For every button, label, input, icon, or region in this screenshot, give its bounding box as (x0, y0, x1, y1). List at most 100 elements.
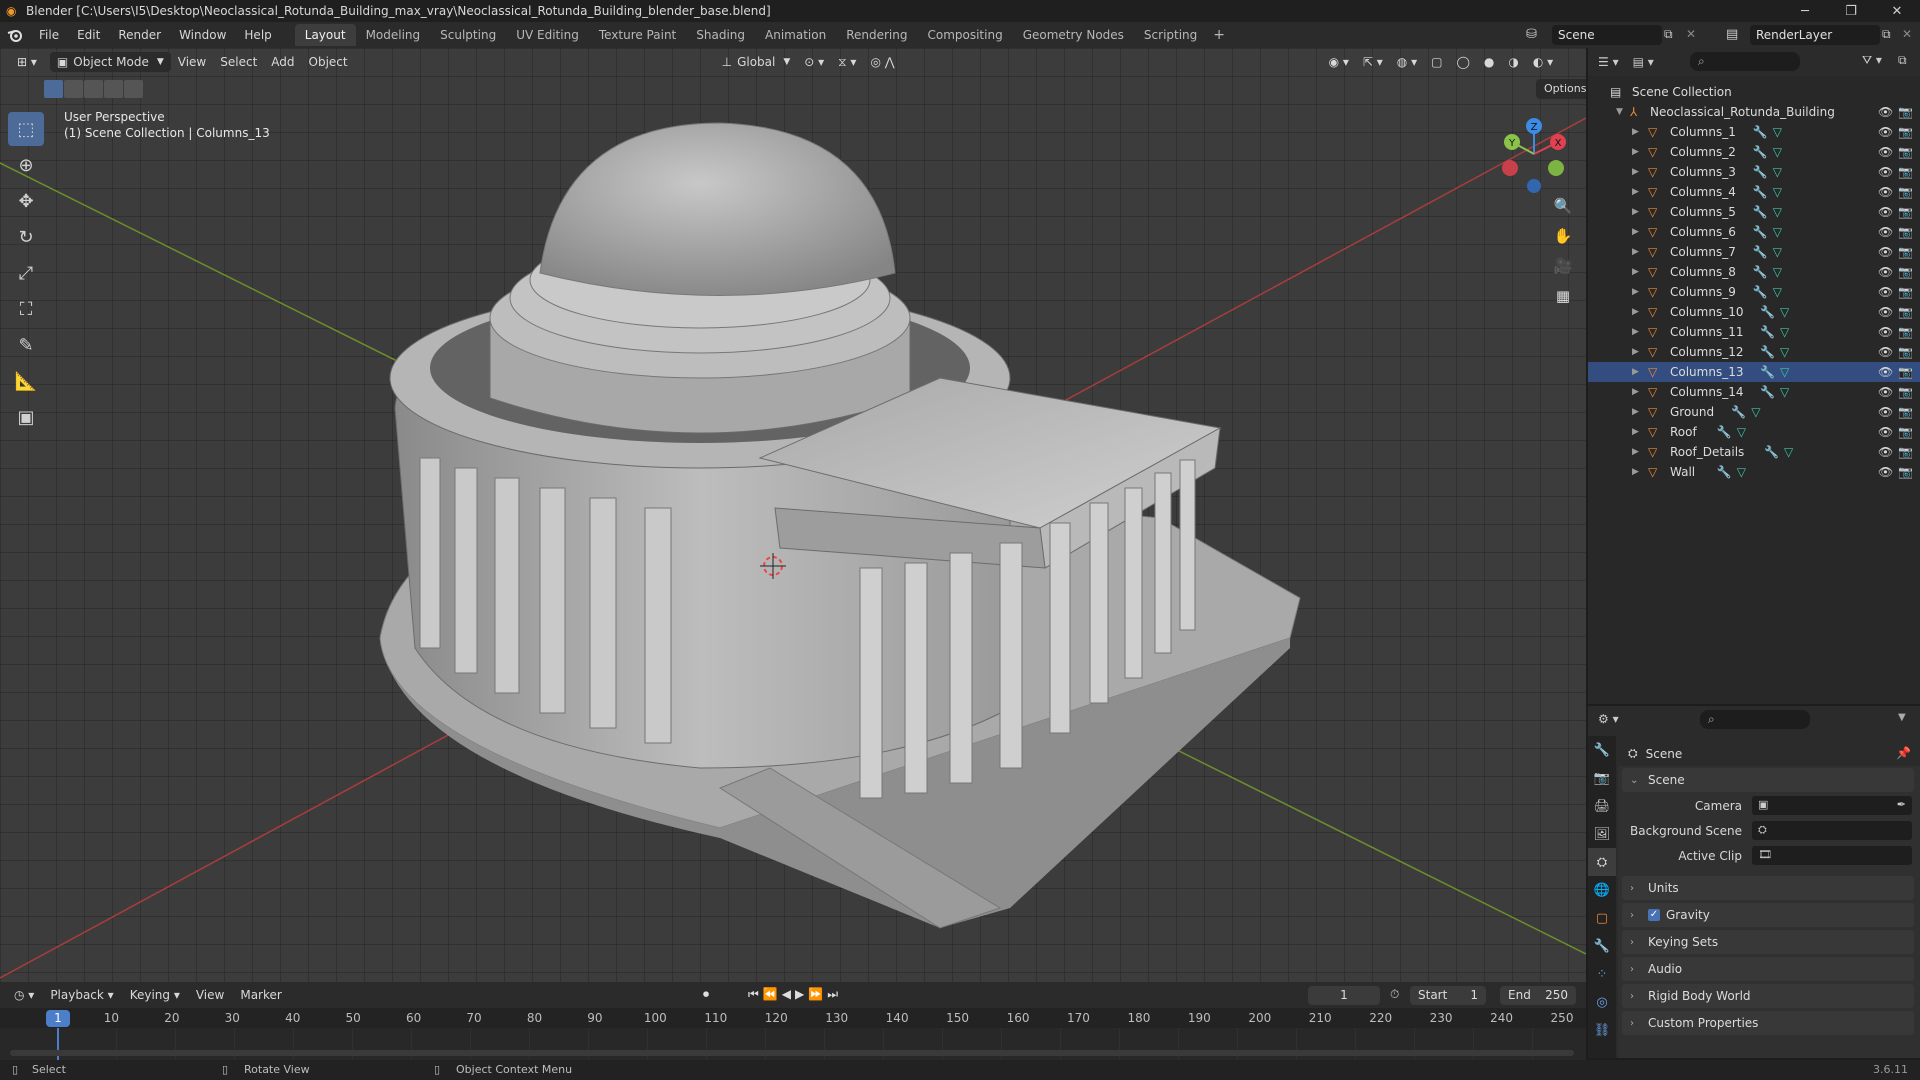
jump-start-icon[interactable]: ⏮ (748, 987, 763, 1001)
render-camera-icon[interactable]: 📷 (1898, 325, 1913, 339)
menu-add[interactable]: Add (264, 52, 301, 72)
eye-icon[interactable]: 👁 (1878, 345, 1893, 359)
eye-icon[interactable]: 👁 (1878, 245, 1893, 259)
modifier-wrench-icon[interactable]: 🔧 (1753, 225, 1768, 239)
tab-scripting[interactable]: Scripting (1134, 24, 1207, 46)
outliner-item-object[interactable]: ▶ ▽ Columns_9 🔧 ▽ 👁 📷 (1588, 282, 1920, 302)
render-camera-icon[interactable]: 📷 (1898, 305, 1913, 319)
visibility-icon[interactable]: ◉ ▾ (1322, 52, 1356, 72)
annotate-tool-icon[interactable]: ✎ (8, 328, 44, 362)
expand-arrow-icon[interactable]: ▶ (1632, 407, 1639, 417)
tab-layout[interactable]: Layout (294, 24, 356, 46)
outliner-item-collection[interactable]: ▼ ⅄ Neoclassical_Rotunda_Building 👁 📷 (1588, 102, 1920, 122)
modifier-wrench-icon[interactable]: 🔧 (1753, 285, 1768, 299)
next-keyframe-icon[interactable]: ⏩ (808, 987, 827, 1001)
delete-view-layer-icon[interactable]: ✕ (1902, 27, 1912, 41)
menu-playback[interactable]: Playback ▾ (42, 988, 121, 1002)
outliner-item-object[interactable]: ▶ ▽ Columns_11 🔧 ▽ 👁 📷 (1588, 322, 1920, 342)
timeline-scrollbar[interactable] (10, 1050, 1574, 1056)
menu-window[interactable]: Window (170, 22, 235, 48)
render-tab-icon[interactable]: 📷 (1588, 764, 1616, 792)
expand-arrow-icon[interactable]: ▶ (1632, 387, 1639, 397)
menu-timeline-view[interactable]: View (188, 988, 232, 1002)
expand-arrow-icon[interactable]: ▶ (1632, 247, 1639, 257)
outliner-editor-icon[interactable]: ☰ ▾ (1598, 55, 1619, 69)
eye-icon[interactable]: 👁 (1878, 205, 1893, 219)
select-invert-icon[interactable] (104, 80, 123, 98)
timeline-ruler[interactable]: 10 20 30 40 50 60 70 80 90 100 110 120 130 140 150 160 1… (0, 1008, 1586, 1028)
end-frame-field[interactable]: End 250 (1500, 986, 1576, 1005)
modifier-wrench-icon[interactable]: 🔧 (1717, 425, 1732, 439)
eye-icon[interactable]: 👁 (1878, 385, 1893, 399)
render-camera-icon[interactable]: 📷 (1898, 245, 1913, 259)
expand-arrow-icon[interactable]: ▶ (1632, 447, 1639, 457)
add-cube-tool-icon[interactable]: ▣ (8, 400, 44, 434)
eyedropper-icon[interactable]: ✒ (1897, 798, 1906, 811)
properties-search-input[interactable]: ⌕ (1700, 710, 1810, 729)
expand-arrow-icon[interactable]: ▶ (1632, 127, 1639, 137)
outliner-item-object[interactable]: ▶ ▽ Columns_13 🔧 ▽ 👁 📷 (1588, 362, 1920, 382)
render-camera-icon[interactable]: 📷 (1898, 165, 1913, 179)
rigid-body-section-header[interactable]: › Rigid Body World (1622, 984, 1914, 1008)
mesh-data-icon[interactable]: ▽ (1773, 145, 1782, 159)
render-camera-icon[interactable]: 📷 (1898, 225, 1913, 239)
eye-icon[interactable]: 👁 (1878, 185, 1893, 199)
maximize-icon[interactable]: ❐ (1828, 0, 1874, 22)
expand-arrow-icon[interactable]: ▼ (1616, 107, 1623, 117)
wireframe-shading-icon[interactable]: ◯ (1449, 52, 1476, 72)
outliner-item-object[interactable]: ▶ ▽ Wall 🔧 ▽ 👁 📷 (1588, 462, 1920, 482)
tab-modeling[interactable]: Modeling (356, 24, 431, 46)
outliner-item-object[interactable]: ▶ ▽ Columns_6 🔧 ▽ 👁 📷 (1588, 222, 1920, 242)
mesh-data-icon[interactable]: ▽ (1773, 245, 1782, 259)
outliner-item-object[interactable]: ▶ ▽ Columns_7 🔧 ▽ 👁 📷 (1588, 242, 1920, 262)
keying-sets-section-header[interactable]: › Keying Sets (1622, 930, 1914, 954)
mesh-data-icon[interactable]: ▽ (1784, 445, 1793, 459)
outliner-item-object[interactable]: ▶ ▽ Columns_8 🔧 ▽ 👁 📷 (1588, 262, 1920, 282)
menu-render[interactable]: Render (109, 22, 170, 48)
solid-shading-icon[interactable]: ● (1477, 52, 1501, 72)
outliner-item-object[interactable]: ▶ ▽ Columns_1 🔧 ▽ 👁 📷 (1588, 122, 1920, 142)
modifier-wrench-icon[interactable]: 🔧 (1753, 165, 1768, 179)
modifier-wrench-icon[interactable]: 🔧 (1753, 205, 1768, 219)
mesh-data-icon[interactable]: ▽ (1737, 425, 1746, 439)
object-tab-icon[interactable]: ▢ (1588, 904, 1616, 932)
mesh-data-icon[interactable]: ▽ (1780, 385, 1789, 399)
mesh-data-icon[interactable]: ▽ (1780, 325, 1789, 339)
current-frame-field[interactable]: 1 (1308, 986, 1380, 1005)
render-camera-icon[interactable]: 📷 (1898, 425, 1913, 439)
menu-select[interactable]: Select (213, 52, 264, 72)
constraints-tab-icon[interactable]: ⛓ (1588, 1016, 1616, 1044)
new-scene-icon[interactable]: ⧉ (1664, 27, 1673, 42)
overlay-toggle-icon[interactable]: ◍ ▾ (1390, 52, 1424, 72)
menu-keying[interactable]: Keying ▾ (122, 988, 188, 1002)
delete-scene-icon[interactable]: ✕ (1686, 27, 1696, 41)
outliner-item-object[interactable]: ▶ ▽ Roof 🔧 ▽ 👁 📷 (1588, 422, 1920, 442)
filter-icon[interactable]: ⛛ ▾ (1862, 53, 1882, 68)
modifier-tab-icon[interactable]: 🔧 (1588, 932, 1616, 960)
outliner-item-object[interactable]: ▶ ▽ Columns_3 🔧 ▽ 👁 📷 (1588, 162, 1920, 182)
tool-tab-icon[interactable]: 🔧 (1588, 736, 1616, 764)
move-tool-icon[interactable]: ✥ (8, 184, 44, 218)
render-camera-icon[interactable]: 📷 (1898, 125, 1913, 139)
tab-rendering[interactable]: Rendering (836, 24, 917, 46)
render-camera-icon[interactable]: 📷 (1898, 365, 1913, 379)
eye-icon[interactable]: 👁 (1878, 365, 1893, 379)
transform-tool-icon[interactable]: ⛶ (8, 292, 44, 326)
eye-icon[interactable]: 👁 (1878, 325, 1893, 339)
mesh-data-icon[interactable]: ▽ (1751, 405, 1760, 419)
expand-arrow-icon[interactable]: ▶ (1632, 287, 1639, 297)
menu-view[interactable]: View (171, 52, 213, 72)
snap-icon[interactable]: ⧖ ▾ (831, 52, 863, 72)
mesh-data-icon[interactable]: ▽ (1780, 365, 1789, 379)
mesh-data-icon[interactable]: ▽ (1780, 345, 1789, 359)
view-layer-icon[interactable]: ▤ (1726, 27, 1738, 42)
outliner-item-object[interactable]: ▶ ▽ Columns_4 🔧 ▽ 👁 📷 (1588, 182, 1920, 202)
new-view-layer-icon[interactable]: ⧉ (1882, 27, 1891, 42)
expand-arrow-icon[interactable]: ▶ (1632, 467, 1639, 477)
record-icon[interactable]: ⏺ (703, 987, 709, 1002)
world-tab-icon[interactable]: 🌐 (1588, 876, 1616, 904)
outliner-search-input[interactable]: ⌕ (1690, 52, 1800, 71)
material-shading-icon[interactable]: ◑ (1501, 52, 1525, 72)
render-camera-icon[interactable]: 📷 (1898, 345, 1913, 359)
outliner-item-object[interactable]: ▶ ▽ Columns_2 🔧 ▽ 👁 📷 (1588, 142, 1920, 162)
